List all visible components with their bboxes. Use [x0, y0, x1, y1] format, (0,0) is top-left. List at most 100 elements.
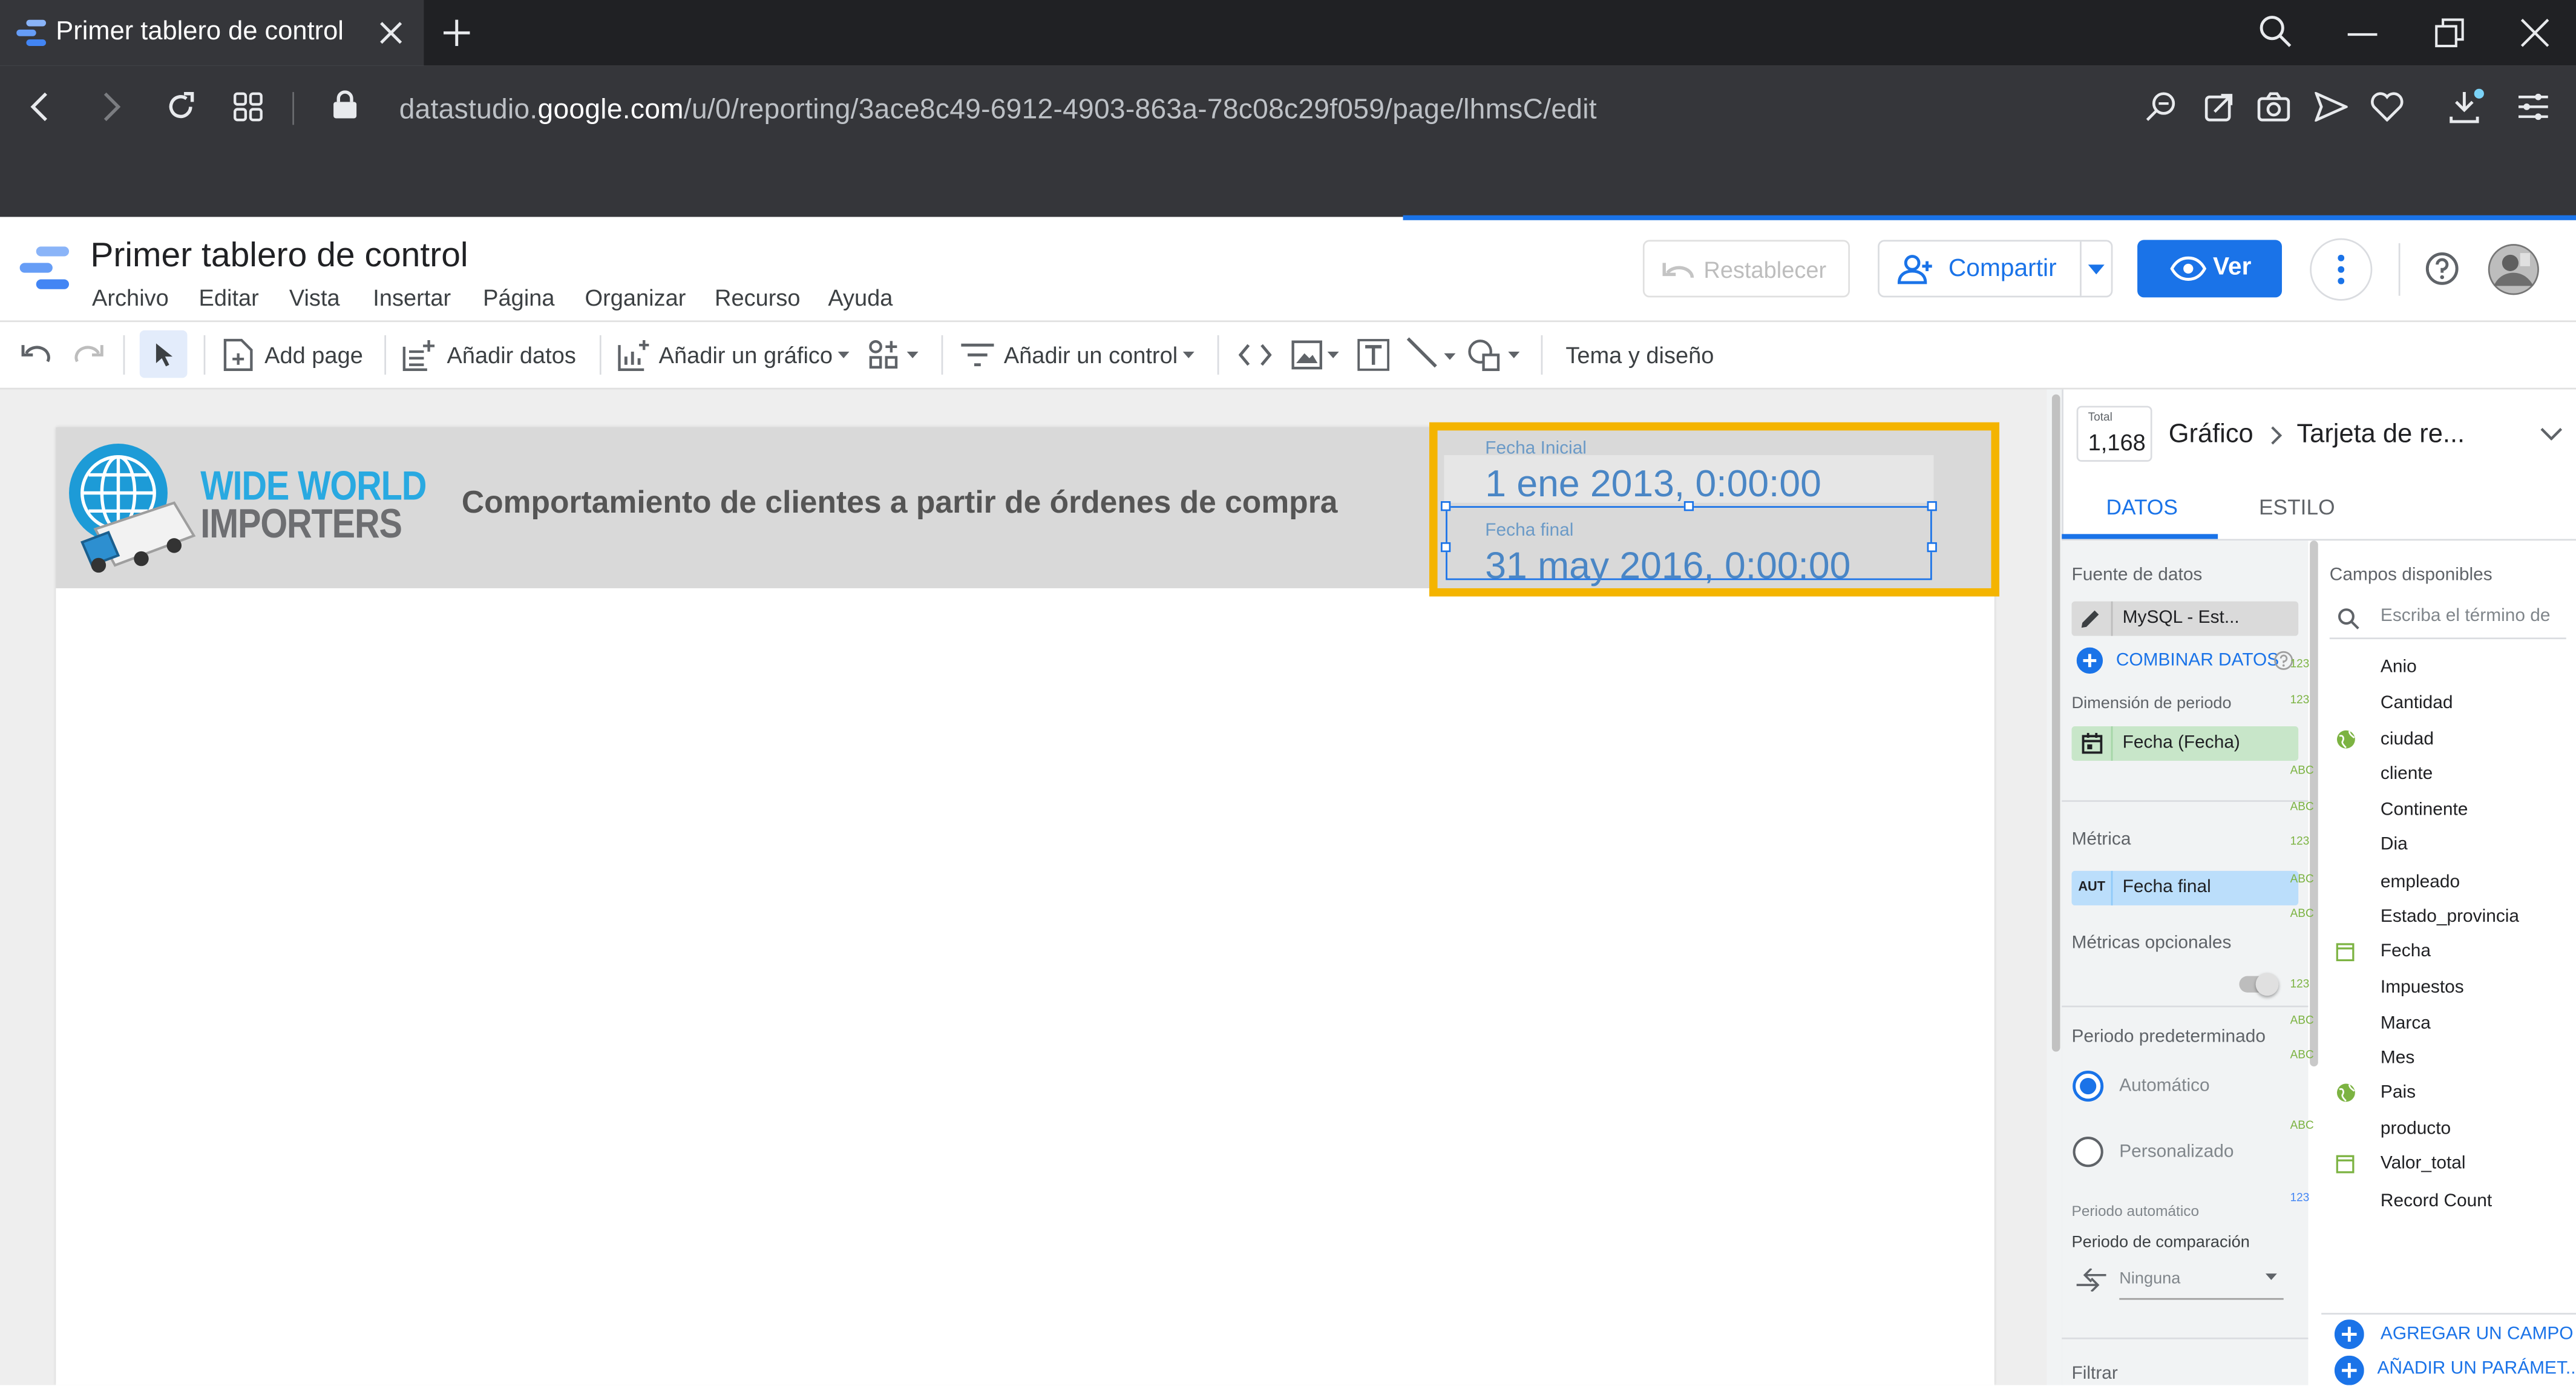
toolbar-divider	[384, 335, 387, 375]
heart-icon[interactable]	[2371, 92, 2404, 122]
blend-data-button[interactable]: COMBINAR DATOS	[2116, 651, 2279, 671]
section-divider	[2062, 800, 2309, 802]
text-type-icon: ABC	[2290, 1015, 2314, 1027]
available-fields-label: Campos disponibles	[2329, 565, 2492, 585]
add-page-icon	[223, 338, 253, 372]
number-type-icon: 123	[2290, 695, 2310, 707]
metric-aggregation-type[interactable]: AUT	[2078, 879, 2105, 893]
breadcrumb-scorecard[interactable]: Tarjeta de re...	[2296, 421, 2465, 450]
period-dimension-label: Dimensión de periodo	[2071, 695, 2232, 714]
select-tool[interactable]	[139, 330, 188, 378]
geo-globe-icon	[2336, 1083, 2356, 1103]
embed-code-icon[interactable]	[1239, 343, 1272, 366]
radio-automatic[interactable]	[2072, 1069, 2105, 1102]
undo-icon[interactable]	[21, 342, 51, 368]
browser-tab[interactable]: Primer tablero de control	[0, 0, 424, 66]
zoom-search-icon[interactable]	[2146, 90, 2178, 123]
share-button[interactable]: Compartir	[1878, 240, 2113, 298]
restore-button[interactable]: Restablecer	[1642, 240, 1850, 298]
filter-lines-icon	[961, 343, 994, 367]
reload-icon[interactable]	[164, 90, 197, 123]
chevron-down-icon[interactable]	[2540, 427, 2563, 441]
add-page-button[interactable]: Add page	[222, 322, 370, 388]
minimize-icon[interactable]	[2347, 31, 2378, 38]
add-field-button[interactable]: AGREGAR UN CAMPO	[2381, 1324, 2574, 1344]
community-viz-button[interactable]	[869, 322, 925, 388]
send-to-app-icon[interactable]	[2203, 90, 2236, 123]
menu-recurso[interactable]: Recurso	[715, 284, 801, 310]
add-chart-button[interactable]: Añadir un gráfico	[618, 322, 856, 388]
add-control-button[interactable]: Añadir un control	[961, 322, 1199, 388]
edit-pencil-icon[interactable]	[2080, 608, 2101, 629]
text-type-icon: ABC	[2290, 766, 2314, 778]
redo-icon[interactable]	[74, 342, 103, 368]
radio-custom[interactable]	[2072, 1135, 2105, 1168]
report-name[interactable]: Primer tablero de control	[90, 237, 468, 276]
canvas-scrollbar-thumb[interactable]	[2051, 394, 2060, 1052]
easy-setup-icon[interactable]	[2518, 93, 2548, 120]
add-circle-icon	[2076, 647, 2103, 674]
share-dropdown-icon[interactable]	[2088, 264, 2105, 275]
period-dimension-chip[interactable]: Fecha (Fecha)	[2071, 726, 2299, 761]
more-options-button[interactable]	[2310, 238, 2373, 301]
downloads-icon[interactable]	[2448, 88, 2484, 125]
theme-layout-button[interactable]: Tema y diseño	[1565, 342, 1714, 368]
url-field[interactable]: datastudio.google.com/u/0/reporting/3ace…	[399, 94, 1597, 126]
optional-metrics-toggle[interactable]	[2239, 973, 2279, 996]
menu-archivo[interactable]: Archivo	[92, 284, 169, 310]
avatar[interactable]	[2487, 243, 2540, 296]
report-title[interactable]: Comportamiento de clientes a partir de ó…	[462, 487, 1338, 523]
field-name: Dia	[2380, 835, 2408, 855]
add-person-icon	[1898, 255, 1934, 284]
tab-datos[interactable]: DATOS	[2106, 494, 2178, 519]
send-icon[interactable]	[2315, 92, 2348, 122]
image-icon[interactable]	[1291, 338, 1340, 371]
data-studio-logo-icon[interactable]	[19, 246, 70, 289]
wide-world-importers-logo-icon	[66, 441, 201, 576]
forward-icon[interactable]	[95, 92, 125, 122]
add-parameter-button[interactable]: AÑADIR UN PARÁMET...	[2377, 1359, 2576, 1379]
data-source-chip[interactable]: MySQL - Est...	[2071, 601, 2299, 636]
restore-window-icon[interactable]	[2435, 18, 2465, 48]
community-viz-icon	[869, 340, 899, 370]
chart-type-thumbnail[interactable]: Total 1,168	[2076, 406, 2152, 462]
tab-estilo[interactable]: ESTILO	[2259, 494, 2335, 519]
view-button-label: Ver	[2213, 253, 2252, 281]
text-box-icon[interactable]	[1357, 338, 1390, 371]
text-type-icon: ABC	[2290, 801, 2314, 813]
field-name: Fecha	[2380, 941, 2431, 962]
line-icon[interactable]	[1406, 337, 1459, 373]
undo-restore-icon	[1662, 258, 1696, 281]
breadcrumb-chart[interactable]: Gráfico	[2169, 421, 2253, 450]
menu-insertar[interactable]: Insertar	[373, 284, 451, 310]
back-icon[interactable]	[26, 92, 56, 122]
close-window-icon[interactable]	[2520, 18, 2550, 48]
shape-icon[interactable]	[1467, 338, 1522, 372]
field-name: Cantidad	[2380, 693, 2453, 714]
close-tab-icon[interactable]	[378, 20, 404, 46]
speed-dial-icon[interactable]	[234, 92, 263, 122]
highlight-frame	[1429, 422, 2000, 597]
menu-editar[interactable]: Editar	[199, 284, 259, 310]
menu-vista[interactable]: Vista	[289, 284, 340, 310]
menu-ayuda[interactable]: Ayuda	[828, 284, 893, 310]
field-search-input[interactable]: Escriba el término de	[2329, 598, 2566, 640]
text-type-icon: ABC	[2290, 908, 2314, 921]
screen: Primer tablero de control datastudio.goo…	[0, 0, 2576, 1385]
menu-organizar[interactable]: Organizar	[585, 284, 686, 310]
search-icon[interactable]	[2259, 15, 2292, 47]
header-divider	[2398, 243, 2401, 296]
share-button-label: Compartir	[1948, 254, 2057, 283]
comparison-period-select[interactable]: Ninguna	[2119, 1262, 2284, 1300]
new-tab-icon[interactable]	[442, 18, 471, 48]
metric-chip[interactable]: AUT Fecha final	[2071, 870, 2299, 905]
view-button[interactable]: Ver	[2137, 240, 2283, 298]
field-name: Estado_provincia	[2380, 907, 2520, 927]
add-data-button[interactable]: Añadir datos	[402, 322, 583, 388]
caret-down-icon	[906, 351, 919, 358]
menu-pagina[interactable]: Página	[483, 284, 554, 310]
lock-icon[interactable]	[332, 90, 358, 120]
address-divider	[292, 92, 294, 125]
camera-icon[interactable]	[2257, 90, 2290, 123]
help-icon[interactable]	[2425, 251, 2459, 286]
